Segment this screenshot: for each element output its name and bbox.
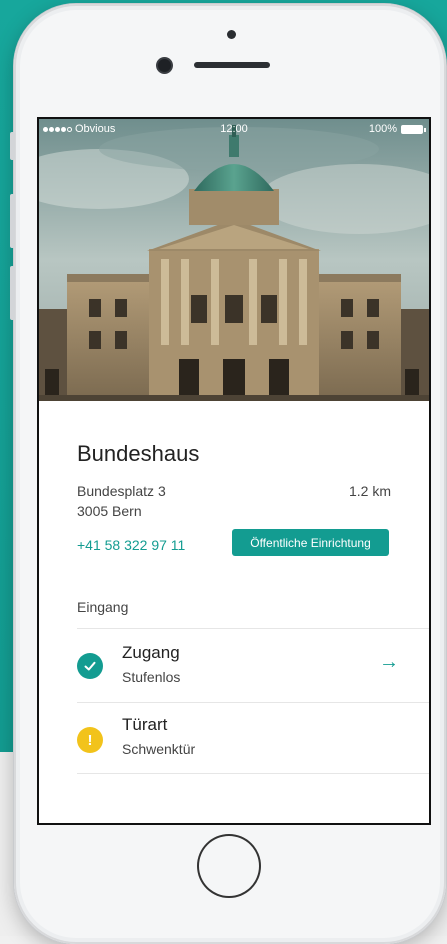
- distance-label: 1.2 km: [348, 483, 391, 499]
- row-title: Zugang: [122, 643, 180, 662]
- status-bar: Obvious 12:00 100%: [39, 119, 429, 139]
- battery-status: 100%: [368, 123, 426, 135]
- row-title: Türart: [122, 715, 168, 734]
- list-item-door-type[interactable]: ! Türart Schwenktür: [39, 703, 429, 776]
- divider: [77, 773, 429, 774]
- section-label-entrance: Eingang: [77, 599, 129, 615]
- battery-icon: [401, 124, 426, 134]
- list-item-access[interactable]: Zugang Stufenlos →: [39, 629, 429, 702]
- home-button[interactable]: [197, 834, 261, 898]
- check-icon: [77, 653, 103, 679]
- address-street: Bundesplatz 3: [77, 483, 166, 499]
- battery-percent: 100%: [368, 123, 397, 135]
- warning-icon: !: [77, 727, 103, 753]
- row-subtitle: Schwenktür: [122, 741, 196, 757]
- volume-down-button: [10, 266, 15, 320]
- earpiece-speaker: [194, 62, 270, 68]
- mute-switch: [10, 132, 15, 160]
- front-camera: [158, 59, 171, 72]
- arrow-right-icon[interactable]: →: [379, 651, 399, 674]
- category-badge: Öffentliche Einrichtung: [232, 529, 389, 556]
- row-subtitle: Stufenlos: [122, 669, 181, 685]
- volume-up-button: [10, 194, 15, 248]
- place-title: Bundeshaus: [77, 441, 200, 466]
- app-screen: Obvious 12:00 100% Bundeshaus Bundesplat…: [37, 117, 431, 825]
- phone-link[interactable]: +41 58 322 97 11: [77, 537, 185, 553]
- proximity-sensor: [227, 30, 236, 39]
- building-photo: [39, 119, 429, 401]
- address-city: 3005 Bern: [77, 503, 142, 519]
